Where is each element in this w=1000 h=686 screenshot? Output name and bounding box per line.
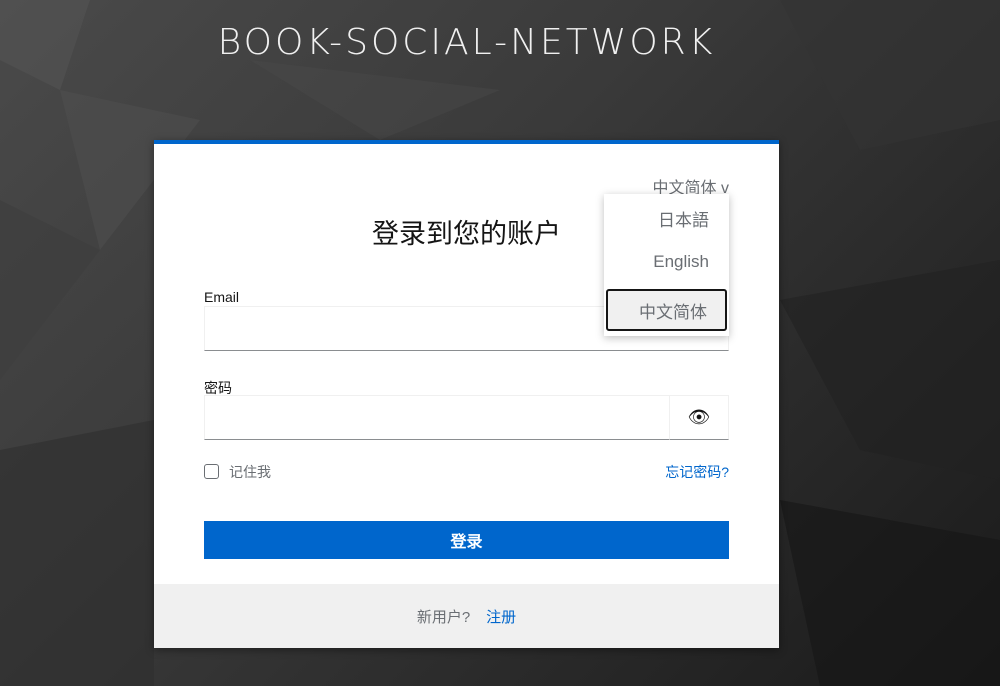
new-user-text: 新用户? [416, 608, 471, 626]
language-option-chinese-simplified[interactable]: 中文简体 [606, 289, 727, 331]
forgot-password-link[interactable]: 忘记密码? [665, 462, 729, 482]
language-dropdown: 日本語 English 中文简体 [604, 194, 729, 336]
login-button[interactable]: 登录 [204, 521, 729, 559]
show-password-button[interactable]: 👁 [669, 395, 729, 440]
email-label: Email [204, 289, 240, 305]
language-option-japanese[interactable]: 日本語 [658, 206, 709, 231]
register-link[interactable]: 注册 [486, 606, 516, 627]
language-option-english[interactable]: English [653, 252, 709, 272]
remember-me-label[interactable]: 记住我 [229, 462, 271, 482]
eye-icon: 👁 [687, 407, 711, 427]
password-input[interactable] [204, 395, 670, 440]
brand-title: BOOK-SOCIAL-NETWORK [217, 22, 716, 63]
register-footer: 新用户? 注册 [154, 584, 779, 648]
remember-me-checkbox[interactable] [204, 464, 219, 479]
